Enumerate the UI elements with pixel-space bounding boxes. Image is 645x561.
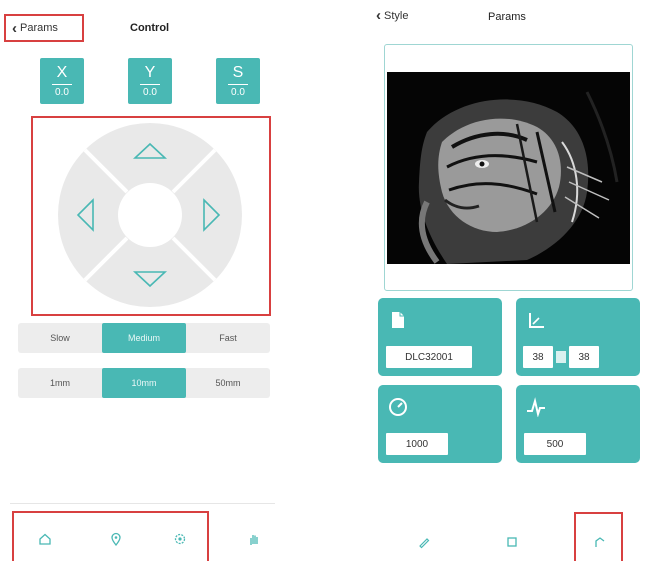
params-screen: ‹ Style Params DLC32001 38 38 1000 500 <box>366 0 645 561</box>
speed-option-medium[interactable]: Medium <box>102 323 186 353</box>
axis-x-card: X 0.0 <box>40 58 84 104</box>
location-pin-icon[interactable] <box>104 527 128 551</box>
speed-option-fast[interactable]: Fast <box>186 323 270 353</box>
step-option-1mm[interactable]: 1mm <box>18 368 102 398</box>
axis-label: S <box>232 63 244 81</box>
axis-value: 0.0 <box>231 86 245 98</box>
speed-option-slow[interactable]: Slow <box>18 323 102 353</box>
chevron-left-icon: ‹ <box>12 19 17 37</box>
back-label: Params <box>20 22 58 34</box>
laser-power-card: 500 <box>516 385 640 463</box>
axis-s-card: S 0.0 <box>216 58 260 104</box>
height-input[interactable]: 38 <box>569 346 599 368</box>
page-title: Control <box>130 22 170 34</box>
home-icon[interactable] <box>33 527 57 551</box>
back-button[interactable]: ‹ Params <box>4 14 84 42</box>
divider <box>10 503 275 504</box>
step-option-10mm[interactable]: 10mm <box>102 368 186 398</box>
speed-input[interactable]: 1000 <box>386 433 448 455</box>
file-icon <box>392 312 404 328</box>
hand-icon[interactable] <box>242 527 266 551</box>
back-label: Style <box>384 9 409 22</box>
image-preview <box>387 72 630 264</box>
frame-icon[interactable] <box>500 530 524 554</box>
speed-gauge-icon <box>389 398 407 416</box>
upload-icon[interactable] <box>587 530 611 554</box>
chevron-left-icon: ‹ <box>376 7 381 24</box>
file-name-input[interactable]: DLC32001 <box>386 346 472 368</box>
file-name-card: DLC32001 <box>378 298 502 376</box>
axis-value: 0.0 <box>55 86 69 98</box>
settings-icon[interactable] <box>168 527 192 551</box>
page-title: Params <box>488 11 526 23</box>
pen-icon[interactable] <box>412 530 436 554</box>
axis-label: Y <box>144 63 156 81</box>
engrave-speed-card: 1000 <box>378 385 502 463</box>
pulse-icon <box>527 397 545 417</box>
axis-y-card: Y 0.0 <box>128 58 172 104</box>
step-selector: 1mm 10mm 50mm <box>18 368 270 398</box>
step-option-50mm[interactable]: 50mm <box>186 368 270 398</box>
ruler-icon <box>529 313 544 328</box>
power-input[interactable]: 500 <box>524 433 586 455</box>
axis-label: X <box>56 63 68 81</box>
control-screen: ‹ Params Control X 0.0 Y 0.0 S 0.0 Slow … <box>0 0 285 561</box>
back-button[interactable]: ‹ Style <box>376 8 408 23</box>
dpad-highlight-frame <box>31 116 271 316</box>
tiger-image <box>387 72 630 264</box>
width-input[interactable]: 38 <box>523 346 553 368</box>
top-bar: ‹ Params Control <box>0 14 285 44</box>
lock-ratio-toggle[interactable] <box>556 351 566 363</box>
speed-selector: Slow Medium Fast <box>18 323 270 353</box>
size-card: 38 38 <box>516 298 640 376</box>
axis-value: 0.0 <box>143 86 157 98</box>
axis-readouts: X 0.0 Y 0.0 S 0.0 <box>40 58 260 104</box>
